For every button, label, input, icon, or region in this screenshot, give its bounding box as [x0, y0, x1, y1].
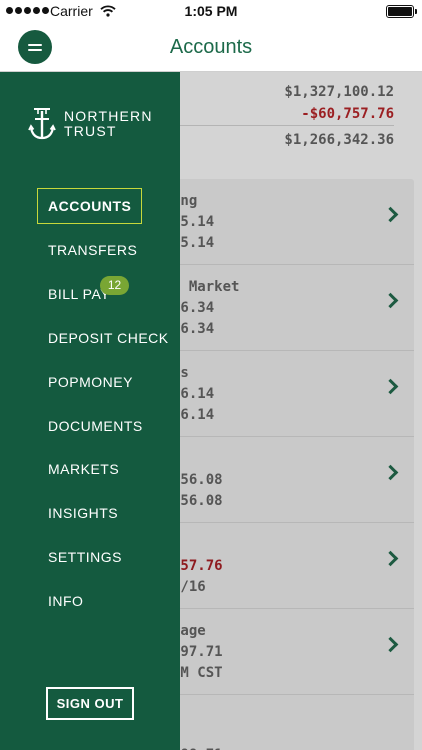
bill-pay-badge: 12 — [100, 276, 129, 295]
menu-item-insights[interactable]: INSIGHTS — [48, 505, 118, 521]
navigation-bar: Accounts — [0, 24, 422, 72]
chevron-right-icon[interactable] — [382, 464, 399, 481]
menu-item-info[interactable]: INFO — [48, 593, 83, 609]
summary-amount: $1,266,342.36 — [284, 132, 394, 148]
clock: 1:05 PM — [184, 3, 238, 19]
page-title: Accounts — [169, 36, 253, 58]
chevron-right-icon[interactable] — [382, 206, 399, 223]
anchor-icon — [28, 108, 56, 140]
battery-icon — [386, 5, 417, 18]
menu-item-popmoney[interactable]: POPMONEY — [48, 374, 133, 390]
menu-item-markets[interactable]: MARKETS — [48, 461, 119, 477]
northern-trust-logo: NORTHERN TRUST — [28, 106, 153, 142]
menu-item-transfers[interactable]: TRANSFERS — [48, 242, 137, 258]
menu-item-deposit-check[interactable]: DEPOSIT CHECK — [48, 330, 169, 346]
menu-item-documents[interactable]: DOCUMENTS — [48, 418, 143, 434]
chevron-right-icon[interactable] — [382, 550, 399, 567]
menu-item-accounts[interactable]: ACCOUNTS — [37, 188, 143, 224]
account-row-text: y Market — [172, 279, 240, 295]
menu-item-settings[interactable]: SETTINGS — [48, 549, 122, 565]
navigation-drawer: NORTHERN TRUST ACCOUNTS TRANSFERS BILL P… — [0, 72, 180, 750]
chevron-right-icon[interactable] — [382, 292, 399, 309]
sign-out-button[interactable]: SIGN OUT — [46, 687, 134, 720]
chevron-right-icon[interactable] — [382, 378, 399, 395]
summary-amount: $1,327,100.12 — [284, 84, 394, 100]
status-bar: Carrier 1:05 PM — [0, 0, 422, 24]
summary-divider — [180, 125, 394, 126]
summary-amount: -$60,757.76 — [301, 106, 394, 122]
chevron-right-icon[interactable] — [382, 636, 399, 653]
